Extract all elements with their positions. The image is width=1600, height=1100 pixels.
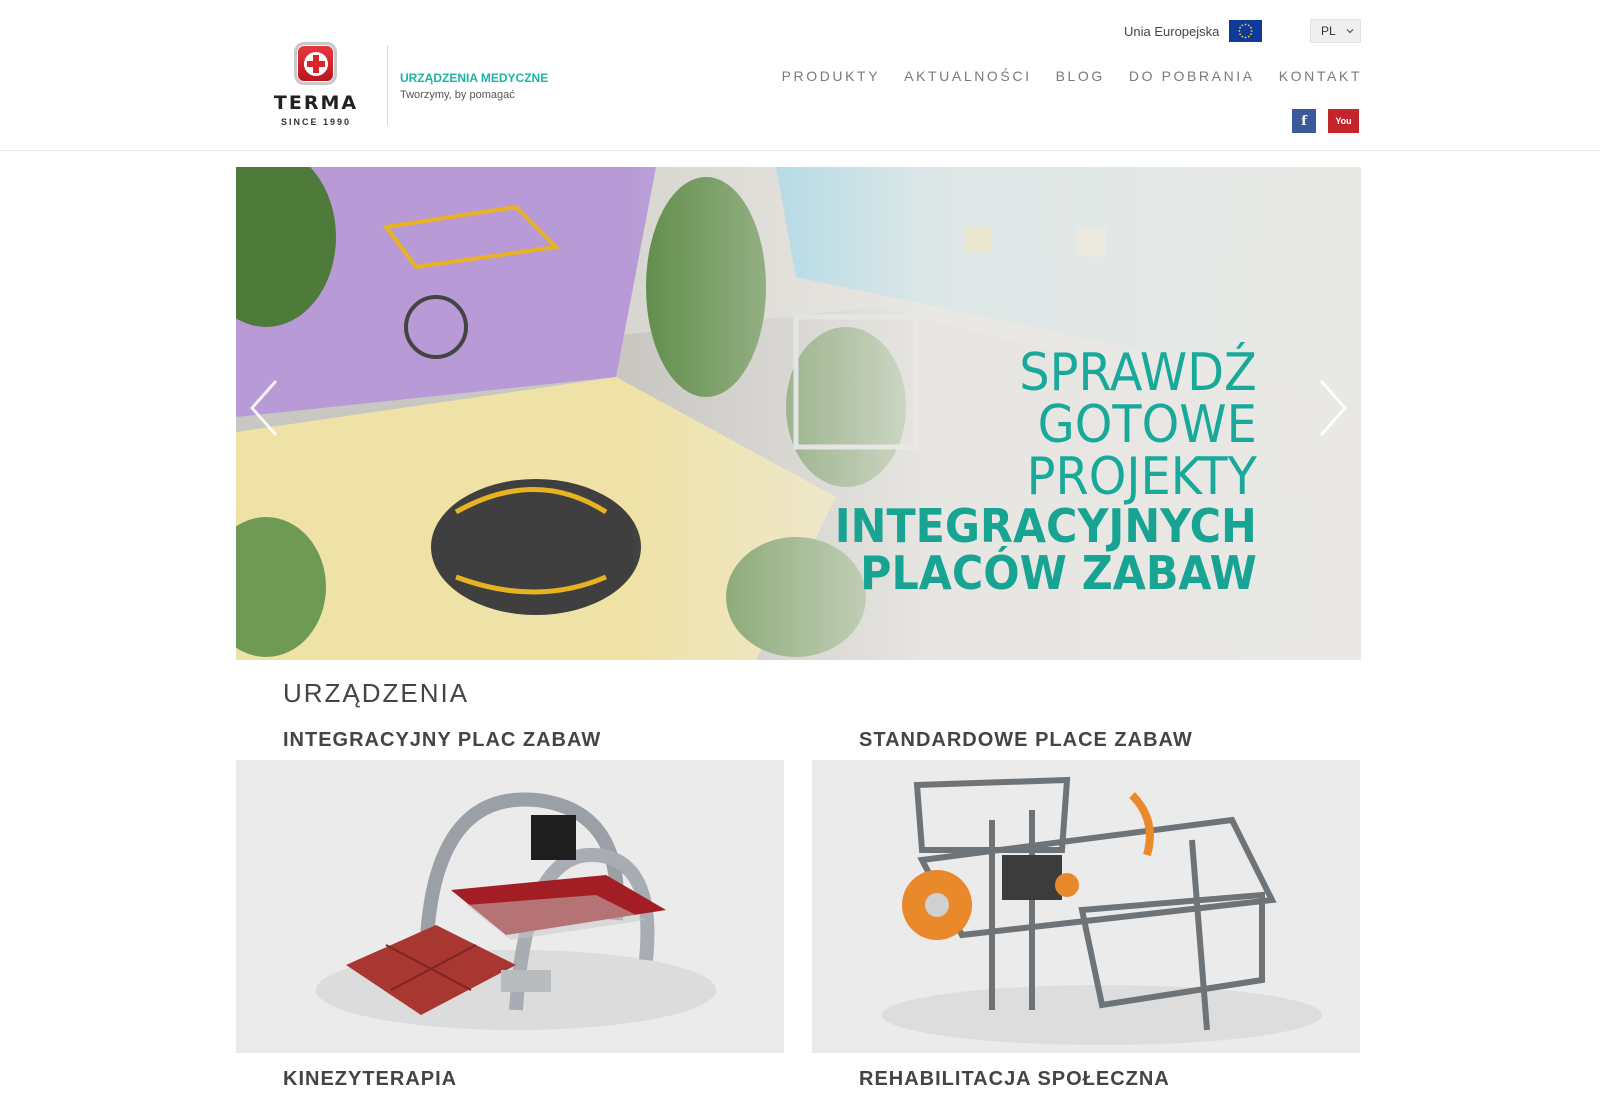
category-title-kinezyterapia[interactable]: KINEZYTERAPIA [283, 1068, 457, 1091]
site-header: TERMA SINCE 1990 URZĄDZENIA MEDYCZNE Two… [0, 0, 1600, 151]
slider-line-1: SPRAWDŹ [1019, 343, 1257, 403]
logo-wordmark: TERMA [273, 92, 359, 114]
slider-line-3: PROJEKTY [1026, 447, 1257, 507]
category-card-integracyjny[interactable] [236, 760, 784, 1053]
nav-item-do-pobrania[interactable]: DO POBRANIA [1129, 68, 1255, 84]
category-title-integracyjny[interactable]: INTEGRACYJNY PLAC ZABAW [283, 729, 601, 752]
chevron-right-icon[interactable] [1311, 373, 1351, 443]
language-select[interactable]: PL [1310, 19, 1361, 43]
accessible-carousel-image [236, 760, 784, 1053]
facebook-icon[interactable]: f [1292, 109, 1316, 133]
nav-item-kontakt[interactable]: KONTAKT [1279, 68, 1362, 84]
terma-logo[interactable]: TERMA SINCE 1990 [262, 40, 370, 130]
nav-item-blog[interactable]: BLOG [1056, 68, 1105, 84]
language-value: PL [1321, 24, 1336, 38]
airplane-climber-image [812, 760, 1360, 1053]
tagline-title: URZĄDZENIA MEDYCZNE [400, 71, 549, 85]
eu-link[interactable]: Unia Europejska [1124, 20, 1263, 42]
tagline-subtitle: Tworzymy, by pomagać [400, 89, 515, 101]
slider-bold-line-2: PLACÓW ZABAW [860, 546, 1257, 600]
logo-since: SINCE 1990 [280, 117, 352, 127]
chevron-left-icon[interactable] [246, 373, 286, 443]
nav-item-produkty[interactable]: PRODUKTY [782, 68, 881, 84]
nav-item-aktualnosci[interactable]: AKTUALNOŚCI [904, 68, 1031, 84]
eu-label: Unia Europejska [1124, 23, 1220, 39]
chevron-down-icon [1346, 29, 1354, 34]
youtube-icon[interactable]: You [1328, 109, 1359, 133]
category-title-standardowe[interactable]: STANDARDOWE PLACE ZABAW [859, 729, 1193, 752]
medical-cross-icon [294, 42, 337, 85]
eu-flag-icon [1229, 20, 1263, 42]
section-title: URZĄDZENIA [283, 678, 470, 708]
category-card-standardowe[interactable] [812, 760, 1360, 1053]
hero-slider: SPRAWDŹ GOTOWE PROJEKTY INTEGRACYJNYCH P… [236, 167, 1361, 660]
main-nav: PRODUKTY AKTUALNOŚCI BLOG DO POBRANIA KO… [782, 68, 1362, 84]
slider-caption: SPRAWDŹ GOTOWE PROJEKTY INTEGRACYJNYCH P… [803, 347, 1257, 597]
slider-bold-line-1: INTEGRACYJNYCH [834, 499, 1257, 553]
slider-line-2: GOTOWE [1037, 395, 1257, 455]
category-title-rehabilitacja[interactable]: REHABILITACJA SPOŁECZNA [859, 1068, 1170, 1091]
header-divider [387, 45, 388, 125]
